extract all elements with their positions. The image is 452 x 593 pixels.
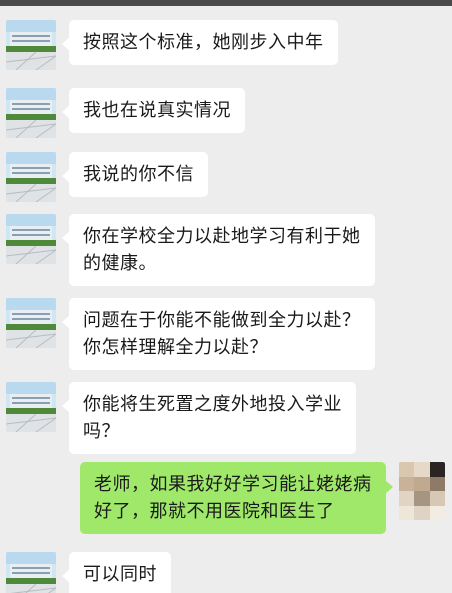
message-bubble-incoming[interactable]: 你在学校全力以赴地学习有利于她 的健康。: [62, 214, 375, 286]
teacher-avatar[interactable]: [6, 552, 56, 593]
school-building-icon: [6, 88, 56, 138]
message-bubble-incoming[interactable]: 我也在说真实情况: [62, 88, 245, 133]
teacher-avatar[interactable]: [6, 88, 56, 138]
teacher-avatar[interactable]: [6, 20, 56, 70]
teacher-avatar[interactable]: [6, 382, 56, 432]
teacher-avatar[interactable]: [6, 298, 56, 348]
message-bubble-incoming[interactable]: 问题在于你能不能做到全力以赴？ 你怎样理解全力以赴？: [62, 298, 375, 370]
message-bubble-incoming[interactable]: 可以同时: [62, 552, 171, 593]
student-avatar[interactable]: [399, 462, 445, 520]
school-building-icon: [6, 298, 56, 348]
pixelated-photo-icon: [399, 462, 445, 520]
school-building-icon: [6, 152, 56, 202]
chat-screen: 按照这个标准，她刚步入中年 我也在说真实情况 我说的你不信 你在学校全力以赴地学…: [0, 0, 452, 593]
message-bubble-incoming[interactable]: 按照这个标准，她刚步入中年: [62, 20, 338, 65]
school-building-icon: [6, 382, 56, 432]
school-building-icon: [6, 552, 56, 593]
school-building-icon: [6, 214, 56, 264]
message-bubble-outgoing[interactable]: 老师，如果我好好学习能让姥姥病 好了，那就不用医院和医生了: [80, 462, 392, 534]
message-bubble-incoming[interactable]: 你能将生死置之度外地投入学业 吗？: [62, 382, 356, 454]
school-building-icon: [6, 20, 56, 70]
message-bubble-incoming[interactable]: 我说的你不信: [62, 152, 208, 197]
teacher-avatar[interactable]: [6, 214, 56, 264]
teacher-avatar[interactable]: [6, 152, 56, 202]
message-list[interactable]: 按照这个标准，她刚步入中年 我也在说真实情况 我说的你不信 你在学校全力以赴地学…: [0, 6, 452, 593]
